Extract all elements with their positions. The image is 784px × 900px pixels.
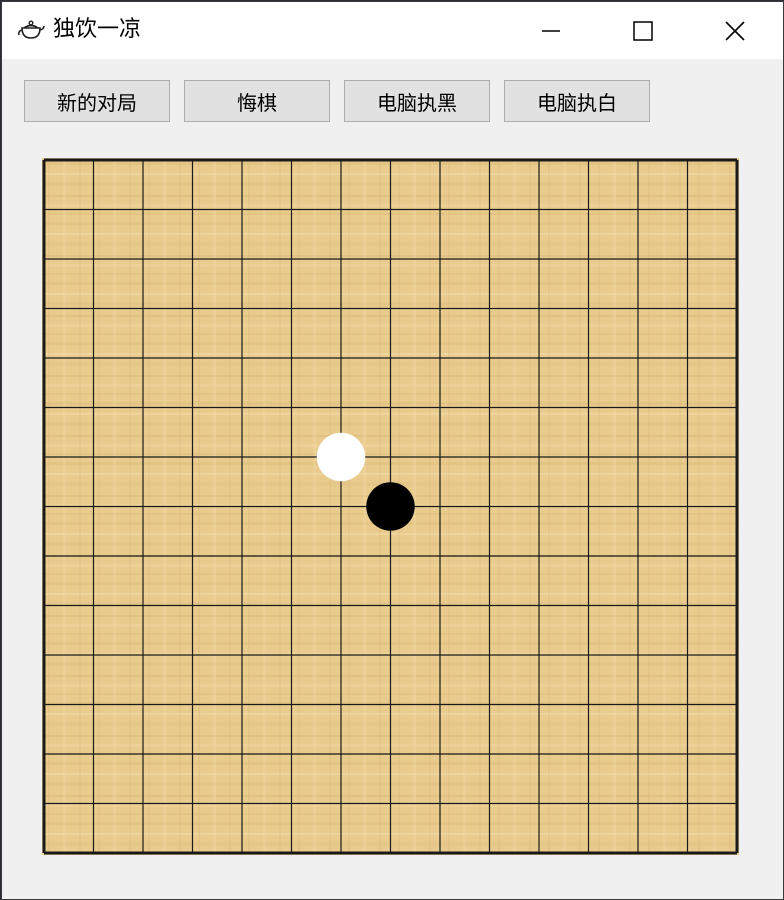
minimize-button[interactable] [505,2,597,59]
undo-button[interactable]: 悔棋 [184,80,330,122]
close-button[interactable] [689,2,781,59]
minimize-icon [542,29,560,32]
window-title: 独饮一凉 [53,17,142,42]
maximize-button[interactable] [597,2,689,59]
maximize-icon [633,20,653,41]
teapot-icon [18,20,45,39]
close-icon [725,20,745,41]
new-game-button[interactable]: 新的对局 [24,80,170,122]
black-stone [366,482,415,531]
title-bar[interactable]: 独饮一凉 [2,2,783,59]
computer-black-button[interactable]: 电脑执黑 [344,80,490,122]
game-board[interactable] [42,158,739,855]
game-window: 独饮一凉 新的对局 悔棋 电脑执黑 电脑执白 [1,1,784,900]
white-stone [316,432,366,482]
computer-white-button[interactable]: 电脑执白 [504,80,650,122]
